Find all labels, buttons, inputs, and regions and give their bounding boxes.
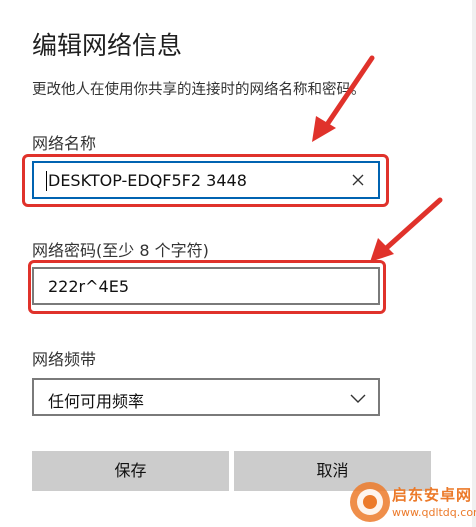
arrow-icon bbox=[370, 197, 443, 262]
watermark-name: 启东安卓网 bbox=[392, 486, 473, 504]
annotation-arrows bbox=[312, 55, 443, 262]
scrollbar bbox=[472, 0, 476, 527]
edit-network-dialog: 编辑网络信息 更改他人在使用你共享的连接时的网络名称和密码。 网络名称 DESK… bbox=[0, 0, 476, 527]
watermark-url: www.qdltdq.com bbox=[392, 506, 476, 519]
arrow-icon bbox=[312, 55, 375, 142]
